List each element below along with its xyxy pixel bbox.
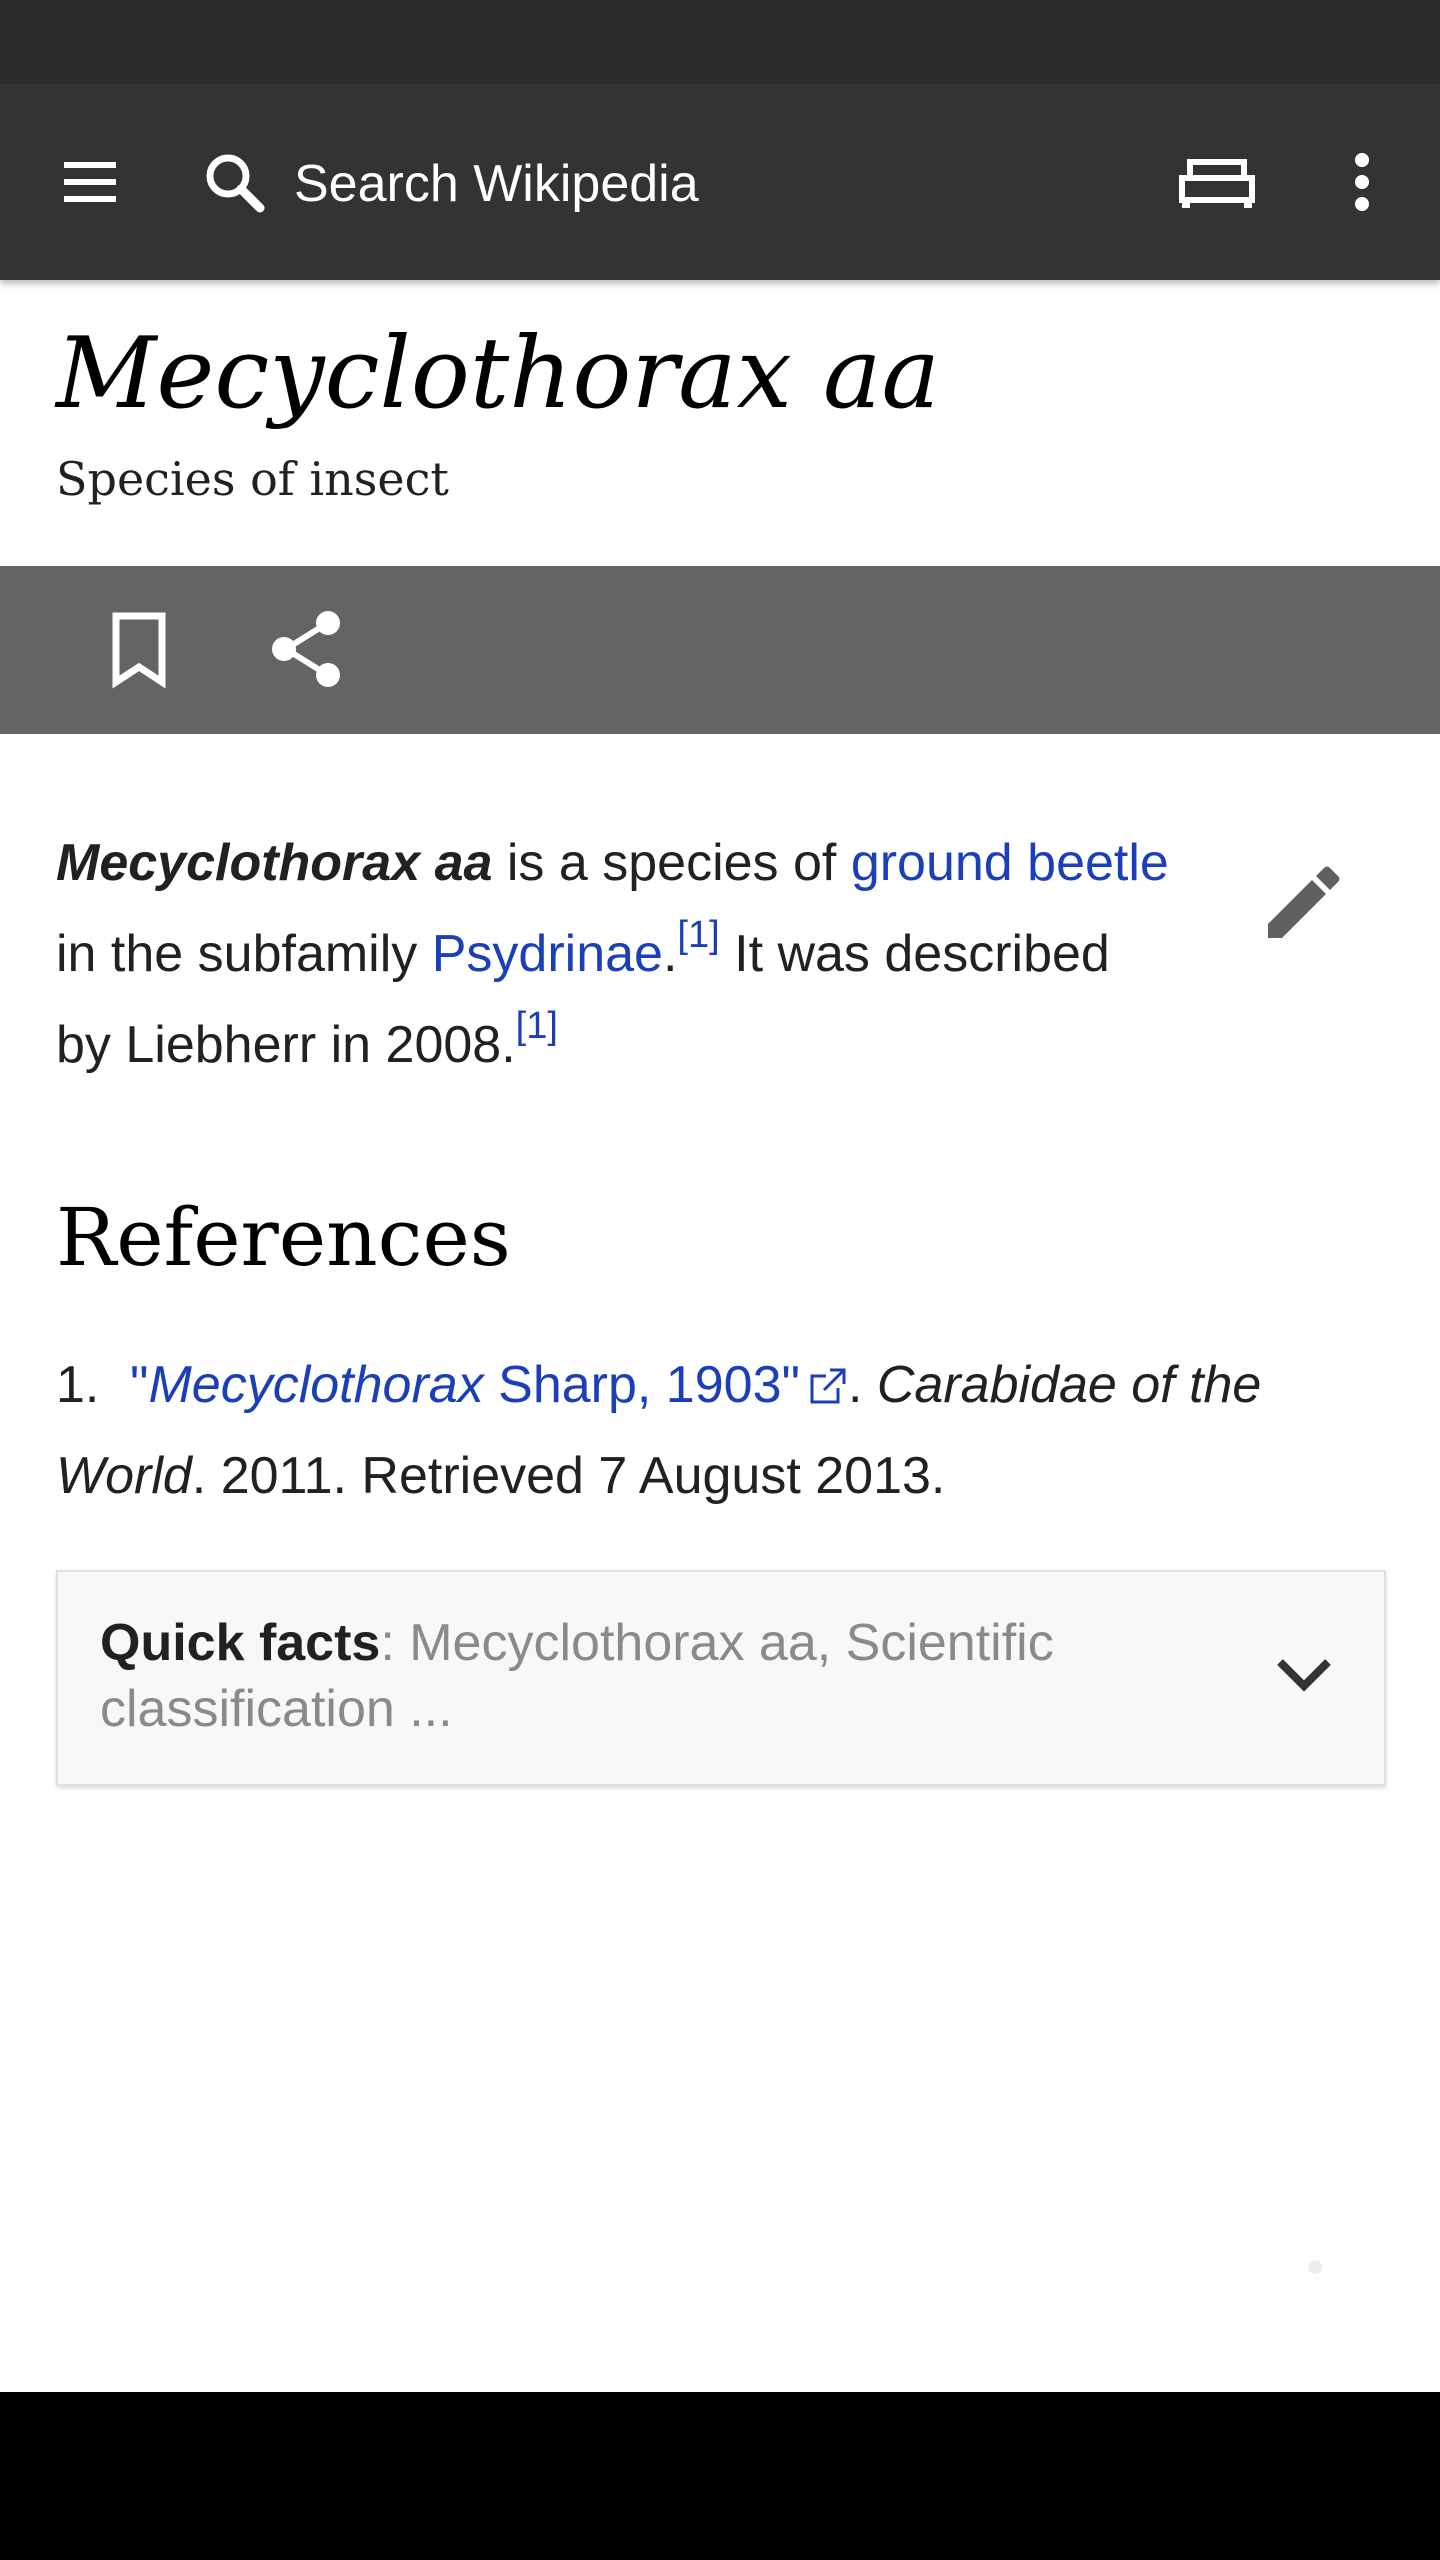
share-icon (272, 611, 340, 687)
references-heading: References (56, 1191, 511, 1284)
reference-link-genus: Mecyclothorax (148, 1356, 484, 1414)
reference-link-quote: " (130, 1356, 149, 1414)
reference-link-rest: Sharp, 1903" (483, 1356, 800, 1414)
share-button[interactable] (262, 604, 352, 694)
reference-item: 1. "Mecyclothorax Sharp, 1903" . Carabida… (56, 1340, 1376, 1522)
citation-link[interactable]: [1] (677, 914, 719, 956)
article-subject: Mecyclothorax aa (56, 834, 493, 892)
article-action-bar (0, 566, 1440, 734)
system-navigation-bar (0, 2392, 1440, 2560)
page-description: Species of insect (56, 452, 449, 506)
ground-beetle-link[interactable]: ground beetle (851, 834, 1169, 892)
lead-text: . (662, 925, 678, 983)
overflow-menu-button[interactable] (1326, 142, 1398, 222)
search-input[interactable]: Search Wikipedia (294, 152, 699, 216)
edit-button[interactable] (1256, 858, 1348, 950)
reference-text: . 2011. Retrieved 7 August 2013. (191, 1447, 946, 1505)
citation-link[interactable]: [1] (516, 1005, 558, 1047)
quick-facts-summary: Quick facts: Mecyclothorax aa, Scientifi… (100, 1610, 1200, 1742)
lead-text: in the subfamily (56, 925, 432, 983)
external-link-icon (810, 1368, 846, 1404)
reference-link[interactable]: "Mecyclothorax Sharp, 1903" (130, 1356, 800, 1414)
pencil-icon (1268, 866, 1340, 938)
page-title: Mecyclothorax aa (56, 317, 940, 431)
tabs-button[interactable] (1172, 142, 1262, 222)
app-toolbar: Search Wikipedia (0, 84, 1440, 280)
menu-button[interactable] (48, 142, 128, 222)
hamburger-menu-icon (64, 162, 116, 202)
tabs-icon (1179, 159, 1255, 208)
bookmark-icon (112, 612, 166, 689)
lead-paragraph: Mecyclothorax aa is a species of ground … (56, 818, 1176, 1091)
reference-number: 1. (56, 1356, 100, 1414)
psydrinae-link[interactable]: Psydrinae (432, 925, 663, 983)
search-icon[interactable] (196, 144, 276, 224)
chevron-down-icon (1277, 1659, 1331, 1692)
lead-text: is a species of (492, 834, 851, 892)
save-button[interactable] (94, 604, 184, 694)
reference-text: . (847, 1356, 877, 1414)
more-vert-icon (1355, 153, 1369, 211)
status-bar (0, 0, 1440, 84)
quick-facts-box[interactable]: Quick facts: Mecyclothorax aa, Scientifi… (56, 1570, 1386, 1786)
quick-facts-label: Quick facts (100, 1614, 381, 1672)
scroll-indicator (1308, 2260, 1322, 2274)
